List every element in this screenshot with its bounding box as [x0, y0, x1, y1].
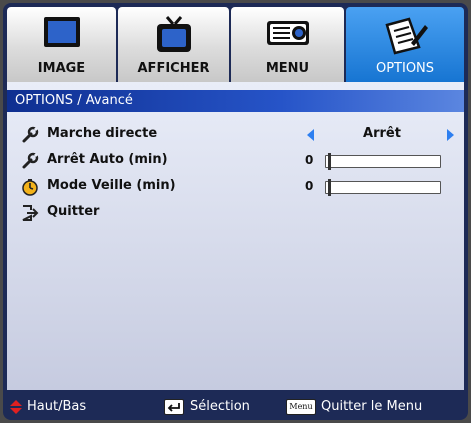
nav-hint-label: Haut/Bas: [27, 399, 87, 414]
tab-image[interactable]: IMAGE: [7, 7, 116, 82]
slider-knob[interactable]: [328, 153, 331, 170]
menu-row-mode-veille[interactable]: Mode Veille (min) 0: [7, 174, 464, 200]
options-panel: OPTIONS / Avancé Marche directe Arrêt Ar…: [7, 82, 464, 390]
menu-row-quitter[interactable]: Quitter: [7, 200, 464, 226]
wrench-icon: [22, 126, 39, 143]
clock-icon: [22, 179, 38, 196]
tab-label: OPTIONS: [375, 61, 435, 76]
menu-hint-label: Quitter le Menu: [321, 399, 423, 414]
arrow-left-icon[interactable]: [307, 129, 314, 141]
row-label: Arrêt Auto (min): [47, 152, 168, 167]
mode-veille-slider[interactable]: [325, 179, 441, 196]
up-down-arrows-icon: [10, 400, 22, 414]
arrow-right-icon[interactable]: [447, 129, 454, 141]
arret-auto-slider[interactable]: [325, 153, 441, 170]
menu-row-marche-directe[interactable]: Marche directe Arrêt: [7, 122, 464, 148]
row-label: Marche directe: [47, 126, 158, 141]
slider-knob[interactable]: [328, 179, 331, 196]
tv-icon: [156, 16, 191, 52]
menu-key-icon: Menu: [286, 399, 316, 415]
tab-menu[interactable]: MENU: [231, 7, 344, 82]
tab-label: IMAGE: [37, 61, 86, 76]
enter-key-icon: [164, 399, 184, 415]
tab-label: AFFICHER: [137, 61, 210, 76]
row-value: Arrêt: [363, 126, 401, 141]
exit-icon: [22, 205, 39, 221]
projector-icon: [266, 21, 309, 45]
menu-row-arret-auto[interactable]: Arrêt Auto (min) 0: [7, 148, 464, 174]
panel-title: OPTIONS / Avancé: [7, 90, 464, 112]
tab-options[interactable]: OPTIONS: [346, 7, 464, 82]
row-label: Mode Veille (min): [47, 178, 176, 193]
row-number: 0: [305, 153, 314, 167]
monitor-icon: [43, 17, 80, 47]
row-label: Quitter: [47, 204, 100, 219]
tab-label: MENU: [265, 61, 310, 76]
tab-afficher[interactable]: AFFICHER: [118, 7, 229, 82]
select-hint-label: Sélection: [190, 399, 250, 414]
tab-bar: IMAGE AFFICHER MENU OPTIONS: [7, 7, 464, 82]
notepad-pen-icon: [385, 17, 428, 55]
footer-hints: Haut/Bas Sélection Menu Quitter le Menu: [7, 396, 464, 418]
row-number: 0: [305, 179, 314, 193]
wrench-icon: [22, 152, 39, 169]
